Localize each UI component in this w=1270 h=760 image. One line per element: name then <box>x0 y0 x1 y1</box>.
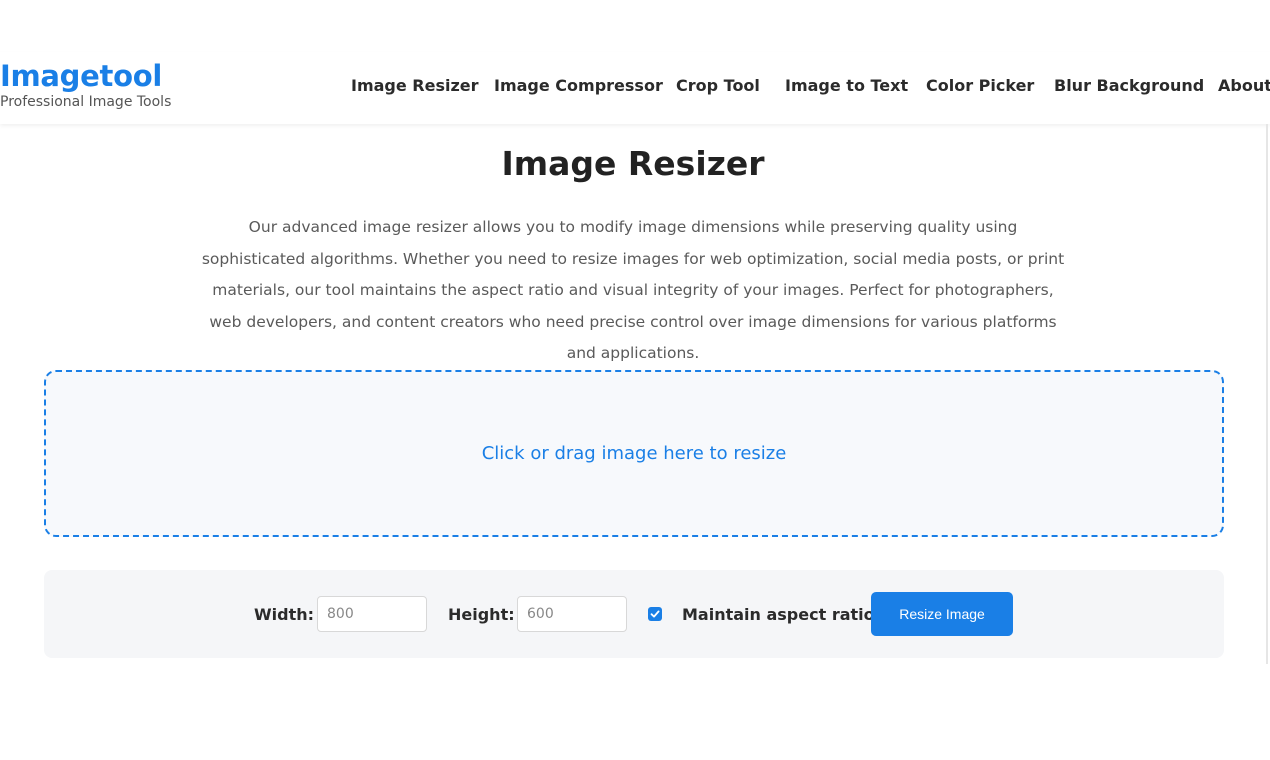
page-title: Image Resizer <box>501 144 765 183</box>
brand-subtitle: Professional Image Tools <box>0 94 172 110</box>
height-input[interactable] <box>517 596 627 632</box>
checkmark-icon <box>650 610 660 618</box>
site-header: Imagetool Professional Image Tools Image… <box>0 52 1270 124</box>
nav-color-picker[interactable]: Color Picker <box>926 74 1034 98</box>
dropzone-text: Click or drag image here to resize <box>481 443 787 464</box>
nav-image-to-text[interactable]: Image to Text <box>785 74 908 98</box>
aspect-ratio-label[interactable]: Maintain aspect ratio <box>682 603 875 627</box>
brand-title[interactable]: Imagetool <box>0 58 171 94</box>
width-label: Width: <box>254 605 315 624</box>
tool-description: Our advanced image resizer allows you to… <box>201 218 1065 362</box>
nav-image-resizer[interactable]: Image Resizer <box>351 74 479 98</box>
aspect-ratio-checkbox[interactable] <box>648 607 662 621</box>
scrollbar-track[interactable] <box>1266 124 1268 664</box>
nav-about[interactable]: About <box>1218 74 1270 98</box>
nav-image-compressor[interactable]: Image Compressor <box>494 74 663 98</box>
brand[interactable]: Imagetool Professional Image Tools <box>0 58 171 111</box>
image-dropzone[interactable]: Click or drag image here to resize <box>44 370 1224 537</box>
width-input[interactable] <box>317 596 427 632</box>
nav-blur-background[interactable]: Blur Background <box>1054 74 1204 98</box>
resize-image-button[interactable]: Resize Image <box>871 592 1013 636</box>
height-label: Height: <box>448 605 515 624</box>
nav-crop-tool[interactable]: Crop Tool <box>676 74 760 98</box>
resize-controls: Width: Height: Maintain aspect ratio Res… <box>44 570 1224 658</box>
